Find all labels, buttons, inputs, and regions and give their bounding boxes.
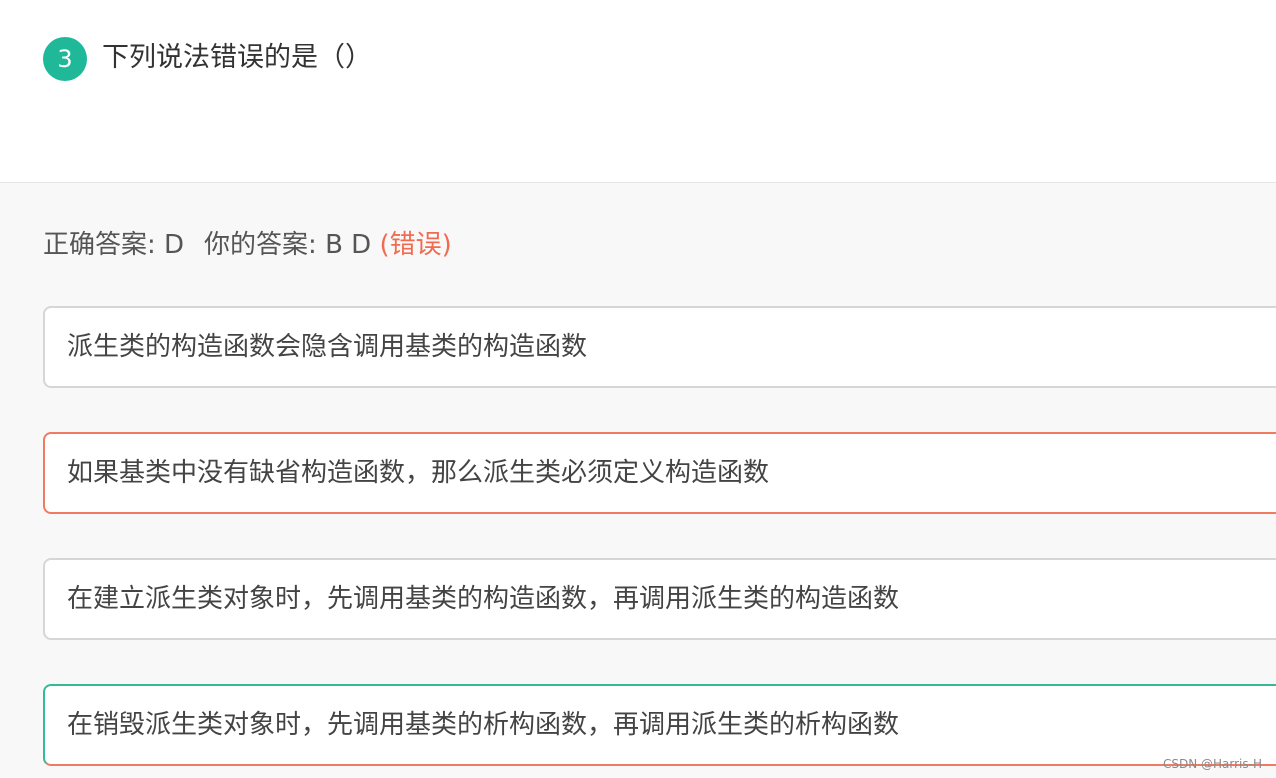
- csdn-watermark: CSDN @Harris-H: [1163, 757, 1262, 771]
- wrong-status-label: (错误): [379, 230, 452, 260]
- option-c-text: 在建立派生类对象时，先调用基类的构造函数，再调用派生类的构造函数: [67, 584, 900, 614]
- option-c[interactable]: 在建立派生类对象时，先调用基类的构造函数，再调用派生类的构造函数: [43, 558, 1276, 640]
- your-answer-label: 你的答案: B D: [204, 230, 372, 260]
- question-header: 3 下列说法错误的是（）: [0, 0, 1276, 183]
- option-b[interactable]: 如果基类中没有缺省构造函数，那么派生类必须定义构造函数: [43, 432, 1276, 514]
- question-title: 下列说法错误的是（）: [102, 42, 372, 73]
- option-d[interactable]: 在销毁派生类对象时，先调用基类的析构函数，再调用派生类的析构函数: [43, 684, 1276, 766]
- answer-result-area: 正确答案: D 你的答案: B D (错误) 派生类的构造函数会隐含调用基类的构造…: [0, 183, 1276, 778]
- option-d-text: 在销毁派生类对象时，先调用基类的析构函数，再调用派生类的析构函数: [67, 710, 900, 740]
- option-a-text: 派生类的构造函数会隐含调用基类的构造函数: [67, 332, 588, 362]
- option-a[interactable]: 派生类的构造函数会隐含调用基类的构造函数: [43, 306, 1276, 388]
- option-b-text: 如果基类中没有缺省构造函数，那么派生类必须定义构造函数: [67, 458, 770, 488]
- answer-summary: 正确答案: D 你的答案: B D (错误): [43, 227, 452, 263]
- question-number-badge: 3: [43, 37, 87, 81]
- correct-answer-label: 正确答案: D: [43, 230, 185, 260]
